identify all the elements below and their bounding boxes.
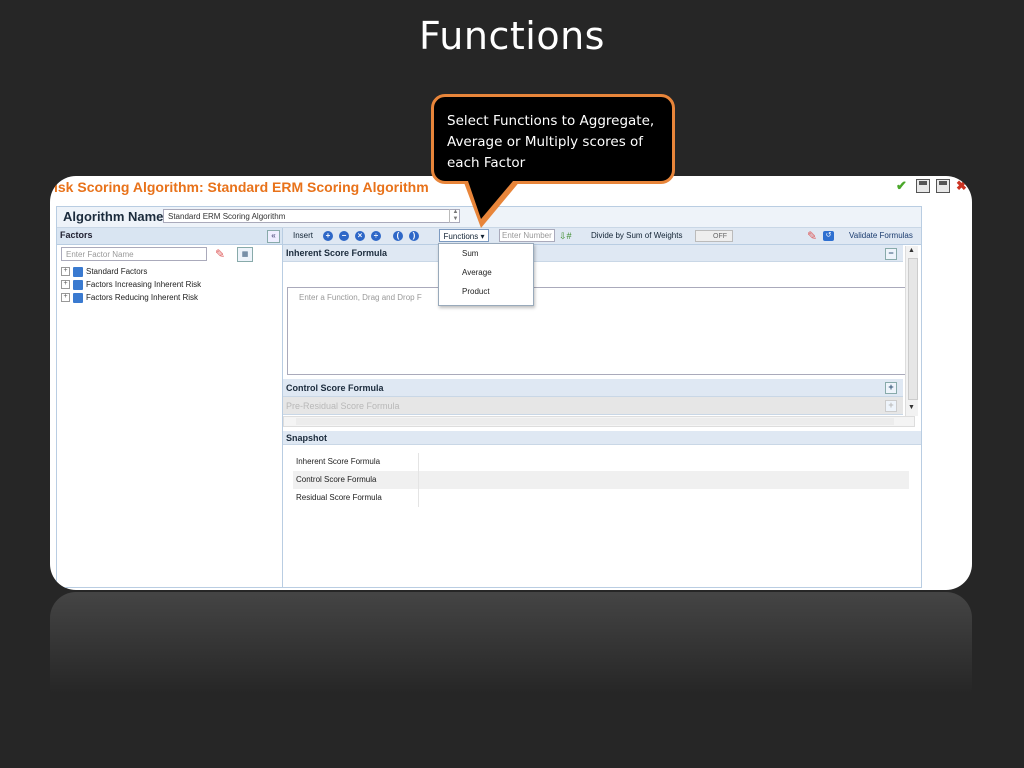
collapse-icon[interactable]: « bbox=[267, 230, 280, 243]
formula-placeholder: Enter a Function, Drag and Drop F bbox=[299, 293, 422, 302]
scroll-thumb[interactable] bbox=[908, 258, 918, 400]
callout-tail-inner bbox=[468, 181, 513, 219]
table-row: Control Score Formula bbox=[293, 471, 909, 489]
app-panel: isk Scoring Algorithm: Standard ERM Scor… bbox=[50, 176, 972, 590]
inherent-formula-header[interactable]: Inherent Score Formula − bbox=[283, 245, 903, 262]
scroll-down-icon[interactable]: ▼ bbox=[908, 404, 915, 411]
check-icon[interactable]: ✔ bbox=[896, 179, 910, 193]
vertical-scrollbar[interactable]: ▲ ▼ bbox=[905, 246, 918, 416]
open-paren-icon[interactable]: ( bbox=[393, 231, 403, 241]
factor-tree: + Standard Factors + Factors Increasing In… bbox=[61, 265, 201, 304]
pre-residual-formula-header[interactable]: Pre-Residual Score Formula + bbox=[283, 397, 903, 415]
scroll-thumb[interactable] bbox=[296, 418, 894, 425]
callout-text: Select Functions to Aggregate, Average o… bbox=[447, 113, 655, 171]
folder-icon bbox=[73, 279, 83, 290]
table-row: Residual Score Formula bbox=[293, 489, 909, 507]
divide-by-weights-label: Divide by Sum of Weights bbox=[591, 231, 683, 240]
undo-icon[interactable]: ↺ bbox=[823, 231, 834, 241]
tree-item[interactable]: + Standard Factors bbox=[61, 265, 201, 278]
tree-item[interactable]: + Factors Increasing Inherent Risk bbox=[61, 278, 201, 291]
snapshot-table: Inherent Score Formula Control Score For… bbox=[293, 453, 909, 507]
control-formula-header[interactable]: Control Score Formula + bbox=[283, 379, 903, 397]
save-icon[interactable] bbox=[916, 179, 930, 193]
grid-icon[interactable]: ▦ bbox=[237, 247, 253, 262]
close-paren-icon[interactable]: ) bbox=[409, 231, 419, 241]
insert-number-icon[interactable]: ⇩# bbox=[559, 231, 572, 241]
weights-toggle[interactable]: OFF bbox=[695, 230, 733, 242]
app-title: isk Scoring Algorithm: Standard ERM Scor… bbox=[54, 179, 429, 195]
expand-icon[interactable]: + bbox=[61, 293, 70, 302]
plus-icon[interactable]: + bbox=[323, 231, 333, 241]
menu-item-average[interactable]: Average bbox=[439, 263, 533, 282]
scroll-up-icon[interactable]: ▲ bbox=[908, 247, 915, 254]
multiply-icon[interactable]: × bbox=[355, 231, 365, 241]
snapshot-header: Snapshot bbox=[283, 431, 921, 445]
close-icon[interactable]: ✖ bbox=[956, 179, 970, 193]
callout-box: Select Functions to Aggregate, Average o… bbox=[431, 94, 675, 184]
formula-toolbar: Insert + − × ÷ ( ) Functions ▾ Enter Num… bbox=[283, 228, 921, 245]
functions-button[interactable]: Functions ▾ bbox=[439, 229, 489, 242]
menu-item-product[interactable]: Product bbox=[439, 282, 533, 301]
horizontal-scrollbar[interactable] bbox=[283, 416, 915, 427]
header-icons: ✔ ✖ bbox=[896, 179, 970, 193]
folder-icon bbox=[73, 266, 83, 277]
panel-reflection bbox=[50, 592, 972, 712]
table-row: Inherent Score Formula bbox=[293, 453, 909, 471]
functions-dropdown: Sum Average Product bbox=[438, 243, 534, 306]
divide-icon[interactable]: ÷ bbox=[371, 231, 381, 241]
minus-icon[interactable]: − bbox=[339, 231, 349, 241]
expand-section-icon[interactable]: + bbox=[885, 382, 897, 394]
factors-header: Factors « bbox=[57, 228, 282, 245]
validate-formulas-link[interactable]: Validate Formulas bbox=[849, 230, 913, 242]
algorithm-name-label: Algorithm Name bbox=[63, 209, 164, 224]
slide-title: Functions bbox=[419, 14, 605, 58]
folder-icon bbox=[73, 292, 83, 303]
factor-search-input[interactable]: Enter Factor Name bbox=[61, 247, 207, 261]
menu-item-sum[interactable]: Sum bbox=[439, 244, 533, 263]
factors-title: Factors bbox=[60, 230, 93, 240]
insert-label: Insert bbox=[293, 231, 314, 240]
algorithm-name-input[interactable]: Standard ERM Scoring Algorithm bbox=[163, 209, 460, 223]
factors-panel: Factors « Enter Factor Name ✎ ▦ + Standar… bbox=[57, 228, 283, 587]
collapse-section-icon[interactable]: − bbox=[885, 248, 897, 260]
eraser-icon[interactable]: ✎ bbox=[215, 247, 229, 261]
algorithm-spinner[interactable]: ▲ ▼ bbox=[449, 209, 461, 223]
formula-panel: Insert + − × ÷ ( ) Functions ▾ Enter Num… bbox=[283, 228, 921, 587]
clear-icon[interactable]: ✎ bbox=[807, 229, 817, 243]
expand-icon[interactable]: + bbox=[61, 267, 70, 276]
expand-section-icon[interactable]: + bbox=[885, 400, 897, 412]
tree-item[interactable]: + Factors Reducing Inherent Risk bbox=[61, 291, 201, 304]
expand-icon[interactable]: + bbox=[61, 280, 70, 289]
save-as-icon[interactable] bbox=[936, 179, 950, 193]
number-input[interactable]: Enter Number bbox=[499, 229, 555, 242]
